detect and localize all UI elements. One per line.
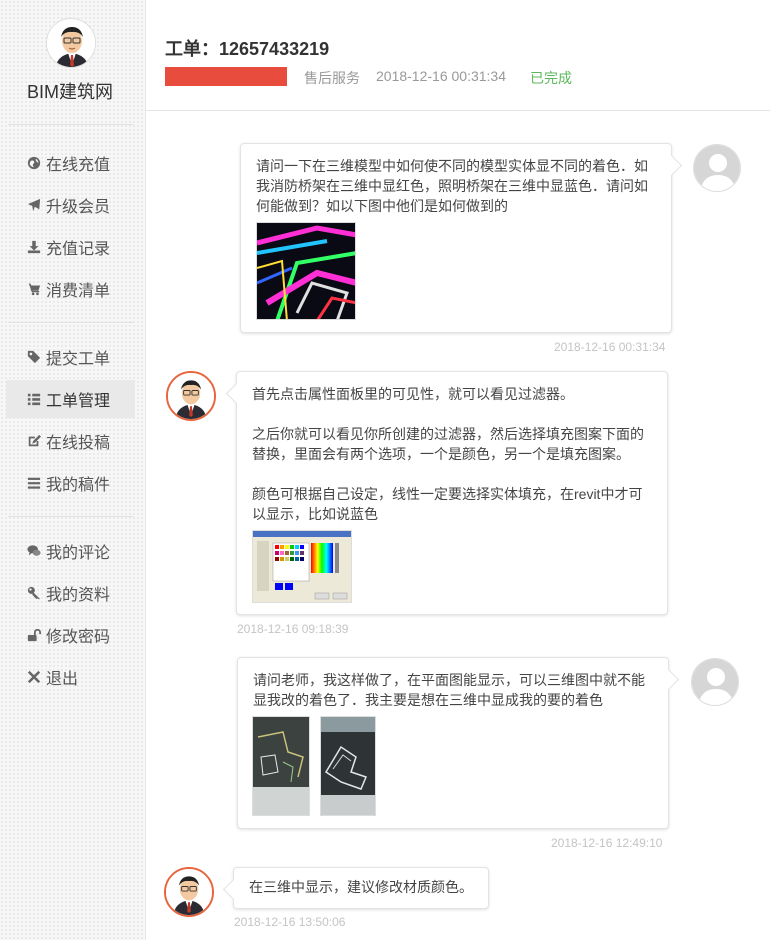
- sidebar-item-recharge-records[interactable]: 充值记录: [6, 228, 135, 266]
- bars-icon: [26, 475, 42, 491]
- ticket-category: 售后服务: [304, 70, 360, 86]
- brand-name[interactable]: BIM建筑网: [0, 78, 140, 104]
- message-timestamp: 2018-12-16 00:31:34: [554, 340, 666, 354]
- sidebar-item-upgrade-member[interactable]: 升级会员: [6, 186, 135, 224]
- sidebar-item-label: 我的资料: [46, 587, 111, 604]
- user-avatar: [691, 658, 739, 706]
- key-icon: [26, 585, 42, 601]
- sidebar-item-label: 在线投稿: [46, 435, 111, 452]
- attachment-image[interactable]: [256, 222, 356, 320]
- sidebar-item-label: 退出: [46, 671, 79, 688]
- sidebar-item-label: 消费清单: [46, 283, 111, 300]
- edit-icon: [26, 433, 42, 449]
- sidebar: BIM建筑网 在线充值 升级会员 充值记录 消费清单 提交工单 工单管理 在线投…: [0, 0, 146, 940]
- status-badge: 已完成: [530, 70, 572, 86]
- message-timestamp: 2018-12-16 12:49:10: [551, 836, 663, 850]
- ticket-datetime: 2018-12-16 00:31:34: [376, 68, 506, 84]
- message-text: 在三维中显示，建议修改材质颜色。: [249, 879, 473, 895]
- message-paragraph: 之后你就可以看见你所创建的过滤器，然后选择填充图案下面的替换，里面会有两个选项，…: [252, 426, 644, 462]
- comments-icon: [26, 543, 42, 559]
- attachment-image[interactable]: [252, 716, 310, 816]
- sidebar-item-label: 充值记录: [46, 241, 111, 258]
- user-avatar: [693, 144, 741, 192]
- sidebar-item-ticket-management[interactable]: 工单管理: [6, 380, 135, 418]
- sidebar-item-my-manuscripts[interactable]: 我的稿件: [6, 464, 135, 502]
- staff-avatar: [164, 867, 214, 917]
- sidebar-item-submit-ticket[interactable]: 提交工单: [6, 338, 135, 376]
- cart-icon: [26, 281, 42, 297]
- sidebar-item-my-comments[interactable]: 我的评论: [6, 532, 135, 570]
- list-icon: [26, 391, 42, 407]
- attachment-image[interactable]: [252, 530, 352, 603]
- globe-icon: [26, 155, 42, 171]
- sidebar-item-label: 提交工单: [46, 351, 111, 368]
- message-text: 请问一下在三维模型中如何使不同的模型实体显不同的着色．如我消防桥架在三维中显红色…: [256, 158, 648, 214]
- message-timestamp: 2018-12-16 09:18:39: [237, 622, 349, 636]
- sidebar-item-label: 我的评论: [46, 545, 111, 562]
- sidebar-item-label: 升级会员: [46, 199, 111, 216]
- sidebar-item-change-password[interactable]: 修改密码: [6, 616, 135, 654]
- brand-avatar[interactable]: [46, 18, 96, 68]
- attachment-image[interactable]: [320, 716, 376, 816]
- message-timestamp: 2018-12-16 13:50:06: [234, 915, 346, 929]
- sidebar-item-label: 修改密码: [46, 629, 111, 646]
- unlock-icon: [26, 627, 42, 643]
- header-divider: [146, 110, 770, 111]
- times-icon: [26, 669, 42, 685]
- tags-icon: [26, 349, 42, 365]
- sidebar-item-my-profile[interactable]: 我的资料: [6, 574, 135, 612]
- sidebar-item-recharge[interactable]: 在线充值: [6, 144, 135, 182]
- sidebar-divider: [8, 124, 134, 125]
- sidebar-item-consumption-list[interactable]: 消费清单: [6, 270, 135, 308]
- message-bubble-staff: 在三维中显示，建议修改材质颜色。: [233, 867, 489, 909]
- message-text: 请问老师，我这样做了，在平面图能显示，可以三维图中就不能显我改的着色了．我主要是…: [253, 672, 645, 708]
- message-paragraph: 首先点击属性面板里的可见性，就可以看见过滤器。: [252, 386, 574, 402]
- message-paragraph: 颜色可根据自己设定，线性一定要选择实体填充，在revit中才可以显示，比如说蓝色: [252, 486, 643, 522]
- staff-avatar: [166, 371, 216, 421]
- sidebar-item-label: 在线充值: [46, 157, 111, 174]
- sidebar-divider: [8, 322, 134, 323]
- plane-icon: [26, 197, 42, 213]
- sidebar-item-label: 工单管理: [46, 393, 111, 410]
- sidebar-item-label: 我的稿件: [46, 477, 111, 494]
- sidebar-item-logout[interactable]: 退出: [6, 658, 135, 696]
- sidebar-item-online-submission[interactable]: 在线投稿: [6, 422, 135, 460]
- page-title: 工单：12657433219: [165, 39, 330, 59]
- sidebar-divider: [8, 516, 134, 517]
- download-icon: [26, 239, 42, 255]
- redacted-bar: [165, 67, 287, 86]
